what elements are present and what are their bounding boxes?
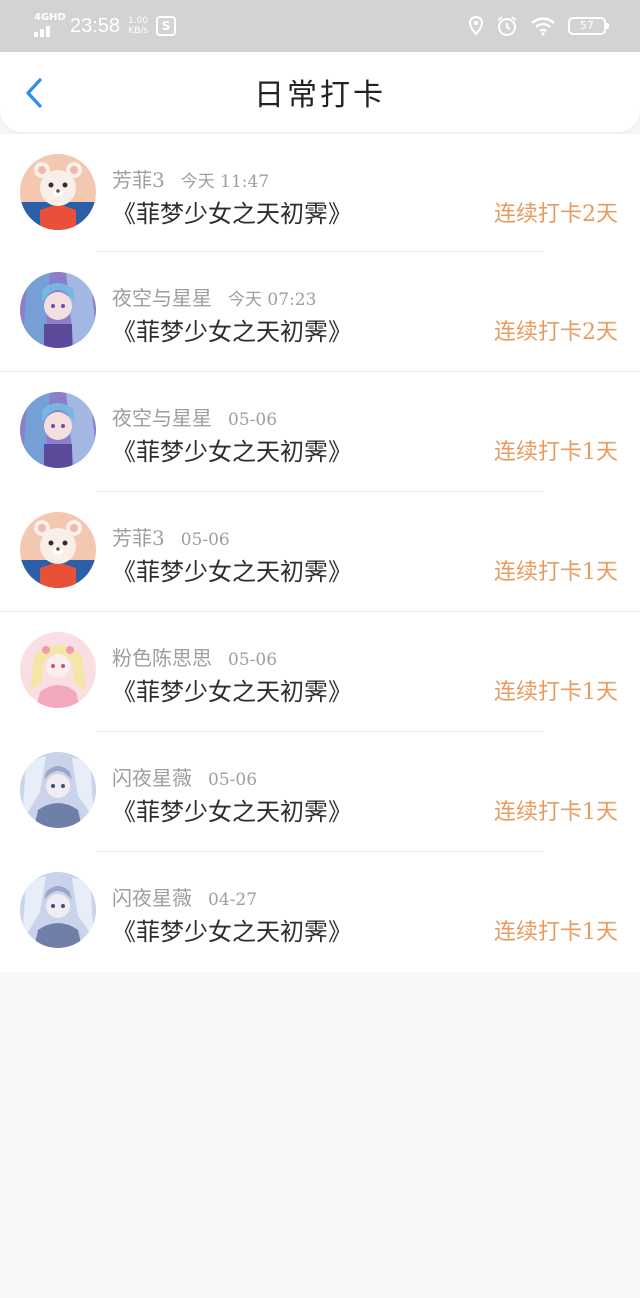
list-item[interactable]: 夜空与星星 今天 07:23 《菲梦少女之天初霁》 连续打卡2天 xyxy=(0,252,640,372)
user-name[interactable]: 夜空与星星 xyxy=(112,282,212,311)
streak-label: 连续打卡1天 xyxy=(494,440,618,465)
user-name[interactable]: 芳菲3 xyxy=(112,164,165,193)
speed-value: 1.00 xyxy=(128,16,149,26)
checkin-title[interactable]: 《菲梦少女之天初霁》 xyxy=(112,672,352,707)
list-item[interactable]: 芳菲3 今天 11:47 《菲梦少女之天初霁》 连续打卡2天 xyxy=(0,134,640,252)
blue-girl-avatar[interactable] xyxy=(20,752,96,828)
nav-bar: 日常打卡 xyxy=(0,52,640,132)
streak-label: 连续打卡2天 xyxy=(494,320,618,345)
streak-label: 连续打卡1天 xyxy=(494,800,618,825)
pink-girl-avatar[interactable] xyxy=(20,632,96,708)
blue-girl-avatar[interactable] xyxy=(20,872,96,948)
checkin-title[interactable]: 《菲梦少女之天初霁》 xyxy=(112,912,352,947)
location-icon xyxy=(468,16,484,36)
bear-avatar[interactable] xyxy=(20,512,96,588)
streak-label: 连续打卡1天 xyxy=(494,560,618,585)
checkin-list: 芳菲3 今天 11:47 《菲梦少女之天初霁》 连续打卡2天 夜空与星星 今天 … xyxy=(0,134,640,972)
checkin-title[interactable]: 《菲梦少女之天初霁》 xyxy=(112,552,352,587)
user-name[interactable]: 闪夜星薇 xyxy=(112,882,192,911)
list-item[interactable]: 闪夜星薇 04-27 《菲梦少女之天初霁》 连续打卡1天 xyxy=(0,852,640,972)
network-type: 4GHD xyxy=(34,12,66,23)
checkin-title[interactable]: 《菲梦少女之天初霁》 xyxy=(112,792,352,827)
checkin-date: 05-06 xyxy=(208,770,258,790)
network-speed: 1.00 KB/s xyxy=(128,16,148,36)
list-item[interactable]: 粉色陈思思 05-06 《菲梦少女之天初霁》 连续打卡1天 xyxy=(0,612,640,732)
list-item[interactable]: 闪夜星薇 05-06 《菲梦少女之天初霁》 连续打卡1天 xyxy=(0,732,640,852)
streak-label: 连续打卡1天 xyxy=(494,680,618,705)
speed-unit: KB/s xyxy=(128,26,148,36)
list-item[interactable]: 夜空与星星 05-06 《菲梦少女之天初霁》 连续打卡1天 xyxy=(0,372,640,492)
user-name[interactable]: 芳菲3 xyxy=(112,522,165,551)
battery-icon: 57 xyxy=(568,17,609,35)
checkin-date: 05-06 xyxy=(228,650,278,670)
purple-girl-avatar[interactable] xyxy=(20,272,96,348)
checkin-date: 05-06 xyxy=(228,410,278,430)
user-name[interactable]: 粉色陈思思 xyxy=(112,642,212,671)
user-name[interactable]: 夜空与星星 xyxy=(112,402,212,431)
user-name[interactable]: 闪夜星薇 xyxy=(112,762,192,791)
alarm-icon xyxy=(497,16,517,36)
page-title: 日常打卡 xyxy=(254,78,386,113)
app-notification-icon: S xyxy=(156,16,177,36)
purple-girl-avatar[interactable] xyxy=(20,392,96,468)
checkin-date: 今天 11:47 xyxy=(180,172,270,192)
streak-label: 连续打卡1天 xyxy=(494,920,618,945)
checkin-title[interactable]: 《菲梦少女之天初霁》 xyxy=(112,194,352,229)
checkin-date: 今天 07:23 xyxy=(228,290,317,310)
checkin-title[interactable]: 《菲梦少女之天初霁》 xyxy=(112,312,352,347)
list-item[interactable]: 芳菲3 05-06 《菲梦少女之天初霁》 连续打卡1天 xyxy=(0,492,640,612)
chevron-left-icon[interactable] xyxy=(20,76,48,110)
checkin-date: 04-27 xyxy=(208,890,258,910)
battery-level: 57 xyxy=(580,19,594,32)
status-bar: 4GHD 23:58 1.00 KB/s S 57 xyxy=(0,0,640,52)
streak-label: 连续打卡2天 xyxy=(494,202,618,227)
status-time: 23:58 xyxy=(70,14,121,37)
signal-icon: 4GHD xyxy=(34,13,66,39)
checkin-title[interactable]: 《菲梦少女之天初霁》 xyxy=(112,432,352,467)
wifi-icon xyxy=(531,17,555,36)
bear-avatar[interactable] xyxy=(20,154,96,230)
checkin-date: 05-06 xyxy=(180,530,230,550)
